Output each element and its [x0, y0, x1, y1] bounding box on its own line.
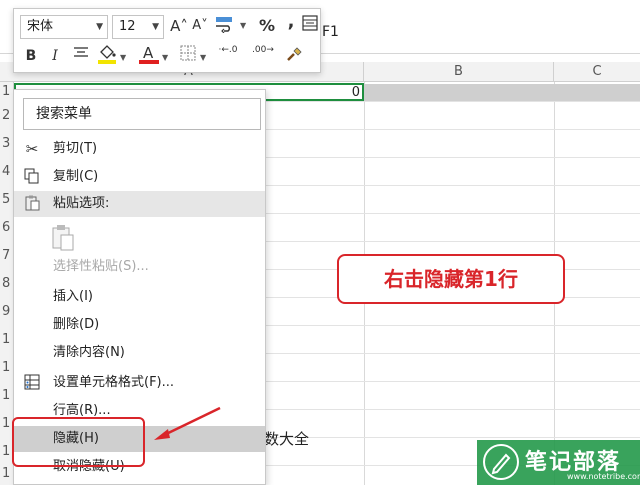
menu-item-paste-special[interactable]: 选择性粘贴(S)...	[14, 254, 265, 280]
format-painter-icon	[287, 47, 302, 61]
column-header-b[interactable]: B	[364, 62, 554, 82]
menu-item-format-cells[interactable]: 设置单元格格式(F)...	[14, 370, 265, 396]
align-center-icon	[74, 47, 88, 57]
row-header[interactable]: 5	[2, 192, 10, 207]
row-header[interactable]: 1	[2, 466, 10, 481]
row-header[interactable]: 1	[2, 84, 10, 99]
formula-bar-content: F1	[322, 24, 339, 40]
row-header[interactable]: 4	[2, 164, 10, 179]
watermark: 笔记部落 www.notetribe.com	[477, 440, 640, 485]
menu-item-label: 设置单元格格式(F)...	[53, 375, 175, 390]
row-header[interactable]: 6	[2, 220, 10, 235]
paint-bucket-icon	[98, 45, 116, 64]
row-header[interactable]: 3	[2, 136, 10, 151]
menu-item-insert[interactable]: 插入(I)	[14, 284, 265, 310]
merge-cells-icon	[302, 15, 318, 31]
row-header[interactable]: 2	[2, 108, 10, 123]
clipboard-icon	[23, 195, 41, 213]
menu-item-delete[interactable]: 删除(D)	[14, 312, 265, 338]
comma-style-button[interactable]: ,	[284, 11, 298, 33]
pen-logo-icon	[483, 444, 519, 480]
bold-button[interactable]: B	[22, 45, 40, 67]
menu-item-paste-options: 粘贴选项:	[14, 191, 265, 217]
chevron-down-icon[interactable]: ▼	[240, 21, 246, 30]
chevron-down-icon[interactable]: ▼	[120, 53, 126, 62]
align-center-button[interactable]	[71, 45, 91, 67]
menu-item-clear[interactable]: 清除内容(N)	[14, 340, 265, 366]
percent-style-button[interactable]: %	[257, 15, 277, 37]
menu-search-placeholder: 搜索菜单	[36, 106, 92, 122]
cell-a1-value: 0	[351, 85, 360, 100]
merge-cells-button[interactable]	[302, 15, 318, 37]
row-header[interactable]: 8	[2, 276, 10, 291]
shrink-font-button[interactable]: A˅	[190, 15, 210, 37]
wrap-text-button[interactable]	[212, 15, 238, 37]
menu-item-label: 粘贴选项:	[53, 196, 110, 211]
menu-item-cut[interactable]: ✂ 剪切(T)	[14, 136, 265, 162]
copy-icon	[23, 168, 41, 186]
font-name-value: 宋体	[27, 19, 54, 34]
format-cells-icon	[23, 374, 41, 392]
italic-button[interactable]: I	[46, 45, 64, 67]
arrow-icon	[154, 406, 221, 440]
font-name-select[interactable]: 宋体 ▼	[20, 15, 108, 39]
chevron-down-icon[interactable]: ▼	[162, 53, 168, 62]
wrap-text-icon	[216, 17, 232, 34]
font-size-select[interactable]: 12 ▼	[112, 15, 164, 39]
chevron-down-icon[interactable]: ▼	[200, 53, 206, 62]
selected-row-cells[interactable]	[364, 84, 640, 101]
menu-item-copy[interactable]: 复制(C)	[14, 164, 265, 190]
row-header[interactable]: 1	[2, 388, 10, 403]
chevron-down-icon: ▼	[96, 22, 103, 32]
column-header-c[interactable]: C	[554, 62, 640, 82]
decrease-decimal-button[interactable]: .00→	[250, 45, 276, 67]
paste-icon[interactable]	[51, 224, 77, 252]
highlight-box-annotation	[12, 417, 145, 467]
menu-item-label: 插入(I)	[53, 289, 93, 304]
menu-item-label: 复制(C)	[53, 169, 99, 184]
fill-color-button[interactable]	[96, 42, 118, 64]
menu-item-label: 剪切(T)	[53, 141, 98, 156]
menu-item-label: 清除内容(N)	[53, 345, 125, 360]
font-color-swatch	[139, 60, 159, 64]
borders-icon	[180, 45, 196, 61]
increase-decimal-button[interactable]: ·←.0	[214, 45, 242, 67]
borders-button[interactable]	[178, 45, 198, 67]
menu-item-label: 选择性粘贴(S)...	[53, 259, 149, 274]
font-color-button[interactable]: A	[138, 42, 160, 64]
row-header[interactable]: 1	[2, 360, 10, 375]
grow-font-button[interactable]: A˄	[169, 15, 189, 37]
mini-toolbar: 宋体 ▼ 12 ▼ A˄ A˅ ▼ % , B I ▼ A ▼ ▼ ·←.0 .…	[13, 8, 321, 73]
callout-text: 右击隐藏第1行	[384, 267, 518, 291]
row-header[interactable]: 7	[2, 248, 10, 263]
watermark-url: www.notetribe.com	[567, 472, 640, 481]
callout-annotation: 右击隐藏第1行	[337, 254, 565, 304]
font-size-value: 12	[119, 19, 136, 34]
chevron-down-icon: ▼	[152, 22, 159, 32]
scissors-icon: ✂	[25, 140, 39, 158]
row-header[interactable]: 1	[2, 444, 10, 459]
row-header[interactable]: 1	[2, 332, 10, 347]
format-painter-button[interactable]	[284, 45, 304, 67]
menu-item-label: 删除(D)	[53, 317, 100, 332]
menu-item-label: 行高(R)...	[53, 403, 111, 418]
cell-partial-text: 数大全	[264, 430, 310, 448]
row-header[interactable]: 1	[2, 416, 10, 431]
menu-search-input[interactable]: 搜索菜单	[23, 98, 261, 130]
row-header[interactable]: 9	[2, 304, 10, 319]
